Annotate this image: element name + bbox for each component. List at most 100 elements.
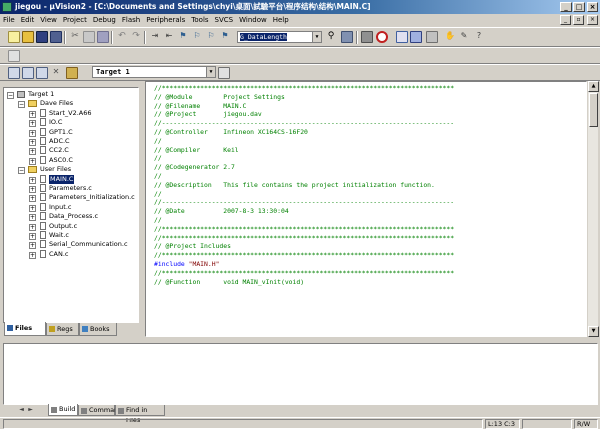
menu-flash[interactable]: Flash	[119, 16, 143, 24]
tree-file-row[interactable]: + Parameters.c	[4, 184, 138, 193]
stop-build-icon[interactable]: ✕	[50, 67, 62, 79]
tab-scroll-left-icon[interactable]: ◄	[18, 407, 25, 414]
expand-toggle-icon[interactable]: +	[29, 186, 36, 193]
paste-icon[interactable]	[97, 31, 109, 43]
menu-help[interactable]: Help	[270, 16, 292, 24]
save-all-icon[interactable]	[50, 31, 62, 43]
mdi-restore-button[interactable]: ▫	[573, 15, 584, 25]
collapse-toggle-icon[interactable]: −	[18, 167, 25, 175]
expand-toggle-icon[interactable]: +	[29, 157, 36, 165]
save-icon[interactable]	[36, 31, 48, 43]
indent-icon[interactable]: ⇥	[149, 31, 161, 43]
mdi-close-button[interactable]: ×	[587, 15, 598, 25]
expand-toggle-icon[interactable]: +	[29, 176, 36, 184]
menu-edit[interactable]: Edit	[18, 16, 38, 24]
tree-file-row[interactable]: + Output.c	[4, 221, 138, 231]
tab-books[interactable]: Books	[79, 323, 117, 336]
output-window[interactable]	[3, 343, 598, 405]
dialog-icon[interactable]	[410, 31, 422, 43]
editor-vertical-scrollbar[interactable]: ▲ ▼	[587, 81, 599, 337]
find-in-files-icon[interactable]	[341, 31, 353, 43]
tools-icon[interactable]: ✎	[458, 31, 470, 43]
open-folder-icon[interactable]	[22, 31, 34, 43]
mdi-minimize-button[interactable]: _	[560, 15, 571, 25]
maximize-button[interactable]: □	[573, 2, 585, 12]
menu-tools[interactable]: Tools	[188, 16, 211, 24]
target-options-icon[interactable]	[218, 67, 230, 79]
tree-root-row[interactable]: − Target 1	[4, 90, 138, 99]
expand-toggle-icon[interactable]: +	[29, 251, 36, 259]
hand-icon[interactable]: ✋	[444, 31, 456, 43]
cut-icon[interactable]: ✂	[69, 31, 81, 43]
tree-group-row[interactable]: − Dave Files	[4, 99, 138, 109]
tree-file-row[interactable]: + MAIN.C	[4, 174, 138, 184]
tab-regs[interactable]: Regs	[46, 323, 79, 336]
expand-toggle-icon[interactable]: +	[29, 223, 36, 231]
close-button[interactable]: ×	[587, 2, 598, 12]
expand-toggle-icon[interactable]: +	[29, 129, 36, 137]
find-combobox[interactable]: G_DataLength ▼	[237, 31, 322, 43]
tab-build[interactable]: Build	[48, 404, 78, 416]
tab-find-in-files[interactable]: Find in Files	[115, 405, 165, 424]
print-icon[interactable]	[361, 31, 373, 43]
translate-icon[interactable]	[8, 67, 20, 79]
find-icon[interactable]: ⚲	[325, 31, 337, 43]
collapse-toggle-icon[interactable]: −	[18, 101, 25, 109]
target-select[interactable]: Target 1 ▼	[92, 66, 216, 78]
expand-toggle-icon[interactable]: +	[29, 148, 36, 156]
tree-file-row[interactable]: + CC2.C	[4, 146, 138, 156]
window-layout-icon[interactable]	[396, 31, 408, 43]
scroll-down-icon[interactable]: ▼	[588, 326, 599, 337]
expand-toggle-icon[interactable]: +	[29, 110, 36, 118]
expand-toggle-icon[interactable]: +	[29, 120, 36, 128]
target-dropdown-arrow-icon[interactable]: ▼	[206, 67, 215, 77]
tree-file-row[interactable]: + GPT1.C	[4, 127, 138, 137]
bookmark-clear-icon[interactable]: ⚑	[219, 31, 231, 43]
compile-icon[interactable]	[8, 50, 20, 62]
tree-file-row[interactable]: + IO.C	[4, 118, 138, 128]
tree-file-row[interactable]: + Parameters_Initialization.c	[4, 193, 138, 203]
menu-svcs[interactable]: SVCS	[212, 16, 237, 24]
tree-file-row[interactable]: + Start_V2.A66	[4, 108, 138, 118]
bookmark-next-icon[interactable]: ⚐	[191, 31, 203, 43]
undo-icon[interactable]: ↶	[116, 31, 128, 43]
expand-toggle-icon[interactable]: +	[29, 204, 36, 212]
build-icon[interactable]	[22, 67, 34, 79]
expand-toggle-icon[interactable]: +	[29, 139, 36, 146]
expand-toggle-icon[interactable]: +	[29, 214, 36, 222]
help-icon[interactable]: ?	[473, 31, 485, 43]
minimize-button[interactable]: _	[560, 2, 572, 12]
collapse-toggle-icon[interactable]: −	[7, 92, 14, 99]
redo-icon[interactable]: ↷	[130, 31, 142, 43]
scroll-thumb[interactable]	[589, 93, 598, 127]
code-editor[interactable]: //**************************************…	[145, 81, 587, 337]
new-file-icon[interactable]	[8, 31, 20, 43]
configuration-icon[interactable]	[426, 31, 438, 43]
tree-file-row[interactable]: + Wait.c	[4, 231, 138, 240]
find-dropdown-arrow-icon[interactable]: ▼	[312, 32, 321, 42]
bookmark-toggle-icon[interactable]: ⚑	[177, 31, 189, 43]
tab-scroll-right-icon[interactable]: ►	[27, 407, 34, 414]
menu-peripherals[interactable]: Peripherals	[143, 16, 188, 24]
tree-file-row[interactable]: + CAN.c	[4, 249, 138, 259]
tree-file-row[interactable]: + Input.c	[4, 202, 138, 212]
expand-toggle-icon[interactable]: +	[29, 242, 36, 250]
menu-view[interactable]: View	[37, 16, 60, 24]
menu-window[interactable]: Window	[236, 16, 270, 24]
tab-files[interactable]: Files	[4, 322, 46, 336]
menu-file[interactable]: File	[0, 16, 18, 24]
unindent-icon[interactable]: ⇤	[163, 31, 175, 43]
menu-debug[interactable]: Debug	[90, 16, 119, 24]
menu-project[interactable]: Project	[60, 16, 90, 24]
expand-toggle-icon[interactable]: +	[29, 233, 36, 240]
tab-command[interactable]: Command	[78, 405, 122, 416]
tree-file-row[interactable]: + Serial_Communication.c	[4, 240, 138, 250]
copy-icon[interactable]	[83, 31, 95, 43]
tree-file-row[interactable]: + ASC0.C	[4, 155, 138, 165]
expand-toggle-icon[interactable]: +	[29, 195, 36, 203]
bookmark-prev-icon[interactable]: ⚐	[205, 31, 217, 43]
rebuild-icon[interactable]	[36, 67, 48, 79]
tree-file-row[interactable]: + Data_Process.c	[4, 212, 138, 222]
download-icon[interactable]	[66, 67, 78, 79]
scroll-up-icon[interactable]: ▲	[588, 81, 599, 92]
